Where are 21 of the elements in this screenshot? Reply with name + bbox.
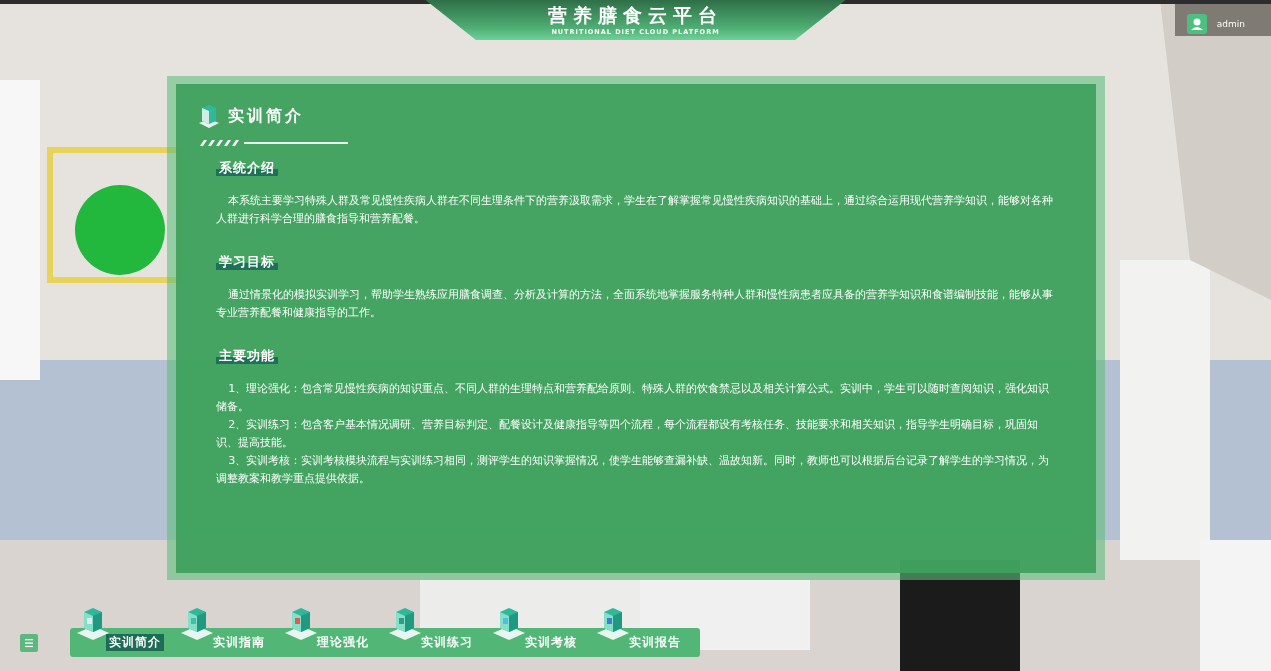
nav-tab[interactable]: 实训考核 [522,634,580,651]
nav-tab[interactable]: 实训指南 [210,634,268,651]
nav-tab[interactable]: 理论强化 [314,634,372,651]
nav-tab[interactable]: 实训练习 [418,634,476,651]
app-title: 营养膳食云平台 [548,4,723,26]
user-avatar-icon[interactable] [1186,14,1207,34]
nav-tab[interactable]: 实训简介 [106,634,164,651]
menu-button[interactable] [20,634,38,652]
isometric-block-icon [198,104,220,128]
section-paragraph: 3、实训考核：实训考核模块流程与实训练习相同，测评学生的知识掌握情况，使学生能够查漏补缺、温故知新。同时，教师也可以根据后台记录了解学生的学习情况，为调整教案和教学重点提供依据。 [216,453,1051,487]
section-paragraph: 2、实训练习：包含客户基本情况调研、营养目标判定、配餐设计及健康指导等四个流程，每个流程都设有考核任务、技能要求和相关知识，指导学生明确目标，巩固知识、提高技能。 [216,417,1040,451]
section-heading: 系统介绍 [216,160,278,176]
user-name: admin [1216,19,1245,29]
section-paragraph: 1、理论强化：包含常见慢性疾病的知识重点、不同人群的生理特点和营养配给原则、特殊人群的饮食禁忌以及相关计算公式。实训中，学生可以随时查阅知识，强化知识储备。 [216,381,1051,415]
section-heading: 主要功能 [216,348,278,364]
section-paragraph: 通过情景化的模拟实训学习，帮助学生熟练应用膳食调查、分析及计算的方法，全面系统地掌握服务特种人群和慢性病患者应具备的营养学知识和食谱编制技能，能够从事专业营养配餐和健康指导的工作。 [216,287,1055,321]
menu-icon [24,638,34,648]
panel-title: 实训简介 [228,105,304,127]
section-paragraph: 本系统主要学习特殊人群及常见慢性疾病人群在不同生理条件下的营养汲取需求，学生在了解掌握常见慢性疾病知识的基础上，通过综合运用现代营养学知识，能够对各种人群进行科学合理的膳食指导和营养配餐。 [216,193,1055,227]
nav-tab[interactable]: 实训报告 [626,634,684,651]
section-heading: 学习目标 [216,254,278,270]
